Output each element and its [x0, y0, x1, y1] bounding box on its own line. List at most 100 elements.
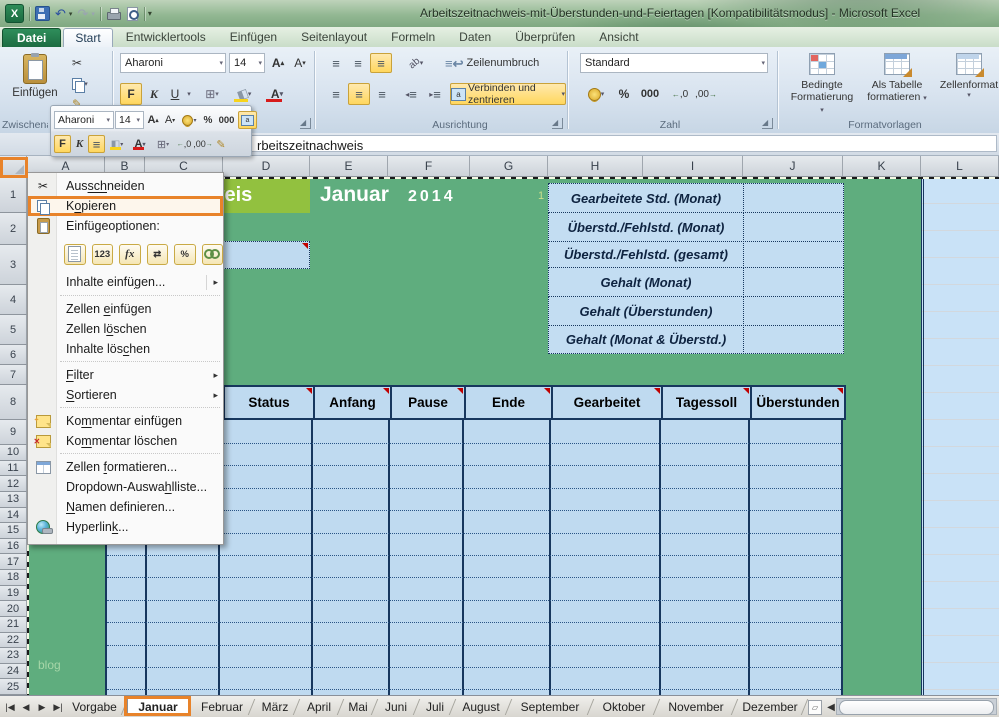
row-header-18[interactable]: 18: [0, 570, 27, 586]
fill-color-button[interactable]: ◧▾: [230, 83, 258, 105]
redo-dropdown-icon[interactable]: ▾: [91, 10, 95, 18]
menu-item-zellen-loeschen[interactable]: Zellen löschen: [28, 319, 223, 339]
row-header-11[interactable]: 11: [0, 461, 27, 477]
align-right-button[interactable]: ≡: [372, 83, 392, 105]
minibar-center-button[interactable]: ≡: [88, 135, 105, 153]
column-header-D[interactable]: D: [223, 156, 310, 177]
summary-value-cell[interactable]: [743, 183, 844, 213]
number-dialog-launcher-icon[interactable]: ◢: [762, 118, 773, 129]
grow-font-button[interactable]: A▴: [268, 53, 288, 73]
row-header-8[interactable]: 8: [0, 385, 27, 420]
bold-button[interactable]: F: [120, 83, 142, 105]
menu-item-sortieren[interactable]: Sortieren▸: [28, 385, 223, 405]
ribbon-tab-ansicht[interactable]: Ansicht: [588, 28, 649, 47]
row-header-7[interactable]: 7: [0, 365, 27, 385]
row-header-20[interactable]: 20: [0, 601, 27, 617]
sheet-tab-februar[interactable]: Februar: [194, 698, 250, 716]
paste-option-werte[interactable]: 123: [92, 244, 114, 265]
row-header-4[interactable]: 4: [0, 285, 27, 315]
font-dialog-launcher-icon[interactable]: ◢: [300, 118, 311, 129]
menu-item-inhalte-einfuegen[interactable]: Inhalte einfügen...▸: [28, 272, 223, 293]
sheet-tab-mai[interactable]: Mai: [343, 698, 373, 716]
column-header-L[interactable]: L: [921, 156, 999, 177]
column-header-K[interactable]: K: [843, 156, 921, 177]
next-sheet-icon[interactable]: ▶: [35, 700, 49, 714]
number-format-combo[interactable]: Standard▾: [580, 53, 768, 73]
minibar-grow-font-button[interactable]: A▴: [145, 111, 161, 129]
sheet-tab-juli[interactable]: Juli: [419, 698, 451, 716]
decrease-decimal-button[interactable]: ,00→: [694, 83, 718, 105]
format-as-table-button[interactable]: Als Tabelle formatieren ▾: [862, 52, 932, 103]
conditional-formatting-button[interactable]: Bedingte Formatierung ▾: [788, 52, 856, 115]
font-name-combo[interactable]: Aharoni▾: [120, 53, 226, 73]
ribbon-tab-einfügen[interactable]: Einfügen: [219, 28, 288, 47]
column-header-I[interactable]: I: [643, 156, 743, 177]
row-header-21[interactable]: 21: [0, 617, 27, 633]
paste-option-formatierung[interactable]: %: [174, 244, 196, 265]
row-header-23[interactable]: 23: [0, 648, 27, 664]
minibar-percent-button[interactable]: %: [201, 111, 215, 129]
minibar-format-painter-button[interactable]: ✎: [213, 135, 229, 153]
menu-item-dropdown-auswahlliste[interactable]: Dropdown-Auswahlliste...: [28, 477, 223, 497]
column-header-F[interactable]: F: [388, 156, 470, 177]
summary-value-cell[interactable]: [743, 212, 844, 242]
paste-option-formeln[interactable]: fx: [119, 244, 141, 265]
menu-item-kopieren[interactable]: Kopieren: [28, 196, 223, 216]
underline-dropdown-icon[interactable]: ▾: [184, 83, 194, 105]
row-header-24[interactable]: 24: [0, 664, 27, 680]
menu-item-inhalte-loeschen[interactable]: Inhalte löschen: [28, 339, 223, 359]
row-header-9[interactable]: 9: [0, 420, 27, 445]
accounting-format-button[interactable]: ▾: [580, 83, 612, 105]
minibar-accounting-button[interactable]: ▾: [179, 111, 200, 129]
horizontal-scrollbar-track[interactable]: [836, 698, 997, 715]
italic-button[interactable]: K: [144, 83, 164, 105]
cell-styles-button[interactable]: Zellenformat ▾: [938, 52, 999, 99]
summary-value-cell[interactable]: [743, 325, 844, 354]
align-bottom-button[interactable]: ≡: [370, 53, 392, 73]
minibar-font-name-combo[interactable]: Aharoni▾: [54, 111, 114, 129]
insert-worksheet-button[interactable]: ▱: [808, 700, 822, 715]
redo-icon[interactable]: ↷: [77, 7, 88, 20]
row-header-14[interactable]: 14: [0, 508, 27, 524]
row-header-13[interactable]: 13: [0, 492, 27, 508]
shrink-font-button[interactable]: A▾: [290, 53, 310, 73]
sheet-tab-dezember[interactable]: Dezember: [737, 698, 803, 716]
row-header-3[interactable]: 3: [0, 245, 27, 285]
minibar-bold-button[interactable]: F: [54, 135, 71, 153]
sheet-tab-august[interactable]: August: [455, 698, 507, 716]
sheet-tab-november[interactable]: November: [659, 698, 733, 716]
menu-item-namen-definieren[interactable]: Namen definieren...: [28, 497, 223, 517]
minibar-borders-button[interactable]: ⊞▾: [152, 135, 174, 153]
borders-button[interactable]: ⊞▾: [198, 83, 226, 105]
summary-value-cell[interactable]: [743, 241, 844, 268]
row-header-15[interactable]: 15: [0, 523, 27, 539]
paste-option-verknuepfen[interactable]: [202, 244, 224, 265]
minibar-shrink-font-button[interactable]: A▾: [162, 111, 178, 129]
ribbon-tab-überprüfen[interactable]: Überprüfen: [504, 28, 586, 47]
column-header-G[interactable]: G: [470, 156, 548, 177]
menu-item-kommentar-loeschen[interactable]: ✕Kommentar löschen: [28, 431, 223, 451]
increase-decimal-button[interactable]: ←,0: [668, 83, 692, 105]
row-header-6[interactable]: 6: [0, 345, 27, 365]
menu-item-einfuegeoptionen[interactable]: Einfügeoptionen:: [28, 216, 223, 236]
align-middle-button[interactable]: ≡: [348, 53, 368, 73]
cut-button[interactable]: ✂: [66, 54, 88, 72]
menu-item-filter[interactable]: Filter▸: [28, 365, 223, 385]
ribbon-tab-seitenlayout[interactable]: Seitenlayout: [290, 28, 378, 47]
alignment-dialog-launcher-icon[interactable]: ◢: [552, 118, 563, 129]
row-header-22[interactable]: 22: [0, 633, 27, 649]
increase-indent-button[interactable]: ▸≡: [424, 83, 446, 105]
ribbon-tab-entwicklertools[interactable]: Entwicklertools: [115, 28, 217, 47]
underline-button[interactable]: U: [166, 83, 184, 105]
row-header-10[interactable]: 10: [0, 445, 27, 461]
sheet-tab-juni[interactable]: Juni: [377, 698, 415, 716]
font-color-button[interactable]: A▾: [262, 83, 292, 105]
column-header-J[interactable]: J: [743, 156, 843, 177]
minibar-increase-decimal-button[interactable]: ←,0: [175, 135, 193, 153]
print-preview-icon[interactable]: [126, 7, 139, 21]
horizontal-scrollbar-thumb[interactable]: [839, 700, 994, 715]
first-sheet-icon[interactable]: |◀: [3, 700, 17, 714]
font-size-combo[interactable]: 14▾: [229, 53, 265, 73]
customize-qat-icon[interactable]: ▾: [148, 9, 152, 18]
orientation-button[interactable]: ab▾: [400, 53, 432, 73]
